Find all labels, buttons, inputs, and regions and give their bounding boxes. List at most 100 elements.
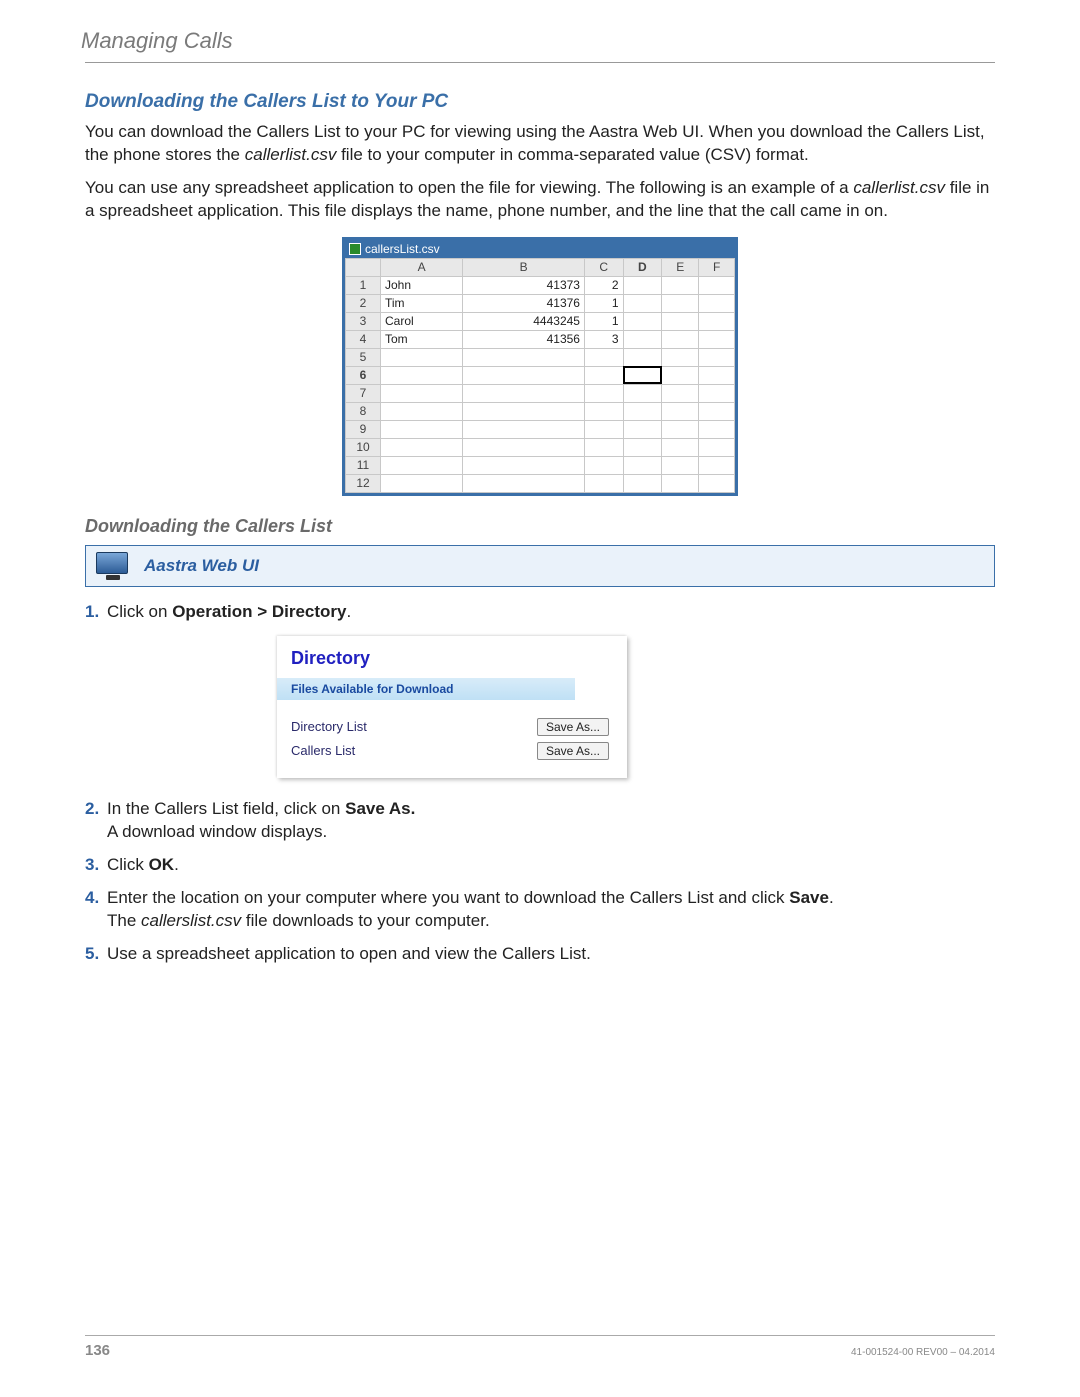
cell [623, 276, 662, 294]
row-header: 4 [346, 330, 381, 348]
cell: Carol [381, 312, 463, 330]
row-header: 3 [346, 312, 381, 330]
cell [699, 384, 735, 402]
save-as-button[interactable]: Save As... [537, 718, 609, 736]
row-header: 12 [346, 474, 381, 492]
text: The [107, 911, 141, 930]
text: Enter the location on your computer wher… [107, 888, 789, 907]
spreadsheet-window: callersList.csv A B C D E F 1John413732 … [342, 237, 738, 496]
cell [623, 456, 662, 474]
cell [699, 276, 735, 294]
cell [699, 438, 735, 456]
cell [381, 384, 463, 402]
cell [584, 402, 623, 420]
subsection-heading: Downloading the Callers List [85, 516, 995, 537]
filename: callerslist.csv [141, 911, 241, 930]
cell: 2 [584, 276, 623, 294]
cell [381, 402, 463, 420]
text: Use a spreadsheet application to open an… [107, 944, 591, 963]
cell [699, 456, 735, 474]
cell [463, 402, 585, 420]
save-as-button[interactable]: Save As... [537, 742, 609, 760]
cell [699, 294, 735, 312]
cell [584, 366, 623, 384]
directory-title: Directory [277, 646, 627, 678]
cell [381, 348, 463, 366]
cell [662, 438, 699, 456]
cell: 1 [584, 294, 623, 312]
row-header: 6 [346, 366, 381, 384]
cell [623, 348, 662, 366]
cell: 3 [584, 330, 623, 348]
cell [584, 474, 623, 492]
excel-icon [349, 243, 361, 255]
cell [381, 366, 463, 384]
cell [463, 366, 585, 384]
cell [623, 312, 662, 330]
text: Click [107, 855, 149, 874]
text: . [829, 888, 834, 907]
text: file to your computer in comma-separated… [336, 145, 808, 164]
cell [463, 348, 585, 366]
cell [662, 402, 699, 420]
cell [699, 420, 735, 438]
cell [381, 438, 463, 456]
cell [623, 420, 662, 438]
step: Enter the location on your computer wher… [85, 887, 995, 933]
cell: 41373 [463, 276, 585, 294]
row-header: 2 [346, 294, 381, 312]
row-header: 1 [346, 276, 381, 294]
horizontal-rule [85, 62, 995, 63]
filename: callerlist.csv [853, 178, 945, 197]
corner-cell [346, 258, 381, 276]
section-heading: Downloading the Callers List to Your PC [85, 91, 995, 113]
cell [623, 330, 662, 348]
directory-row: Callers List Save As... [277, 740, 627, 764]
selected-cell [623, 366, 662, 384]
row-header: 9 [346, 420, 381, 438]
paragraph: You can use any spreadsheet application … [85, 177, 995, 223]
cell: 1 [584, 312, 623, 330]
directory-subtitle: Files Available for Download [277, 678, 575, 700]
cell [584, 348, 623, 366]
cell: 4443245 [463, 312, 585, 330]
cell [699, 366, 735, 384]
cell [623, 438, 662, 456]
cell [699, 402, 735, 420]
text-bold: Save As. [345, 799, 415, 818]
chapter-title: Managing Calls [81, 28, 995, 54]
cell [584, 420, 623, 438]
cell [662, 456, 699, 474]
cell [623, 474, 662, 492]
cell [662, 312, 699, 330]
callout-label: Aastra Web UI [144, 556, 259, 576]
cell [584, 456, 623, 474]
col-header: A [381, 258, 463, 276]
step-subtext: The callerslist.csv file downloads to yo… [107, 910, 995, 933]
spreadsheet-titlebar: callersList.csv [345, 240, 735, 258]
text: file downloads to your computer. [241, 911, 490, 930]
cell [699, 330, 735, 348]
text: In the Callers List field, click on [107, 799, 345, 818]
text-bold: OK [149, 855, 175, 874]
cell: John [381, 276, 463, 294]
text: Click on [107, 602, 172, 621]
cell [623, 384, 662, 402]
row-header: 8 [346, 402, 381, 420]
cell [381, 474, 463, 492]
col-header: F [699, 258, 735, 276]
cell [662, 330, 699, 348]
cell [381, 456, 463, 474]
row-header: 10 [346, 438, 381, 456]
cell [662, 348, 699, 366]
step: Click OK. [85, 854, 995, 877]
directory-panel: Directory Files Available for Download D… [277, 636, 627, 778]
col-header: B [463, 258, 585, 276]
spreadsheet-grid: A B C D E F 1John413732 2Tim413761 3Caro… [345, 258, 735, 493]
col-header: C [584, 258, 623, 276]
cell [662, 474, 699, 492]
text: . [347, 602, 352, 621]
monitor-icon [96, 552, 130, 580]
text: You can use any spreadsheet application … [85, 178, 853, 197]
cell [662, 276, 699, 294]
